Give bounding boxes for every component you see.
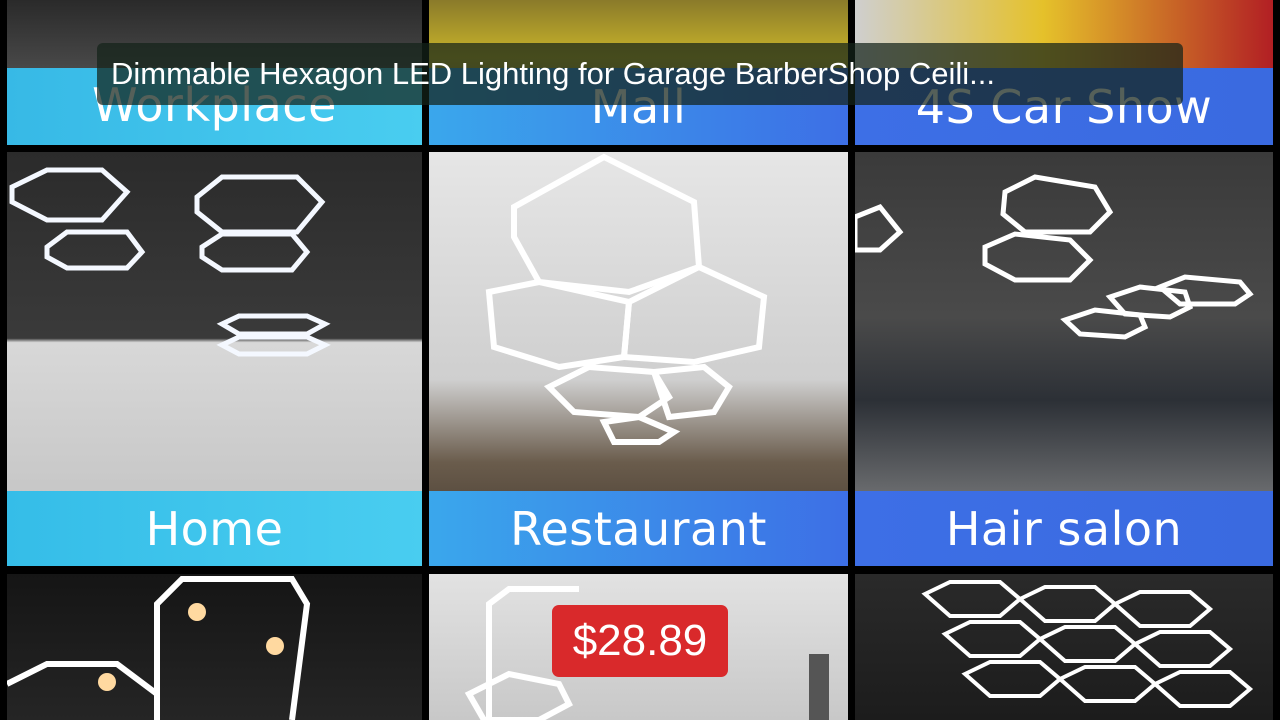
hex-lights-restaurant: [485, 153, 768, 445]
hex-lights-bottom-right: [921, 580, 1254, 708]
hex-lights-home: [9, 167, 331, 357]
banner-restaurant: Restaurant: [429, 491, 848, 566]
hex-lights-bottom-left: [7, 576, 311, 720]
hex-lights-hair-salon: [855, 174, 1254, 340]
tile-restaurant: Restaurant: [429, 152, 848, 566]
banner-home: Home: [7, 491, 422, 566]
video-title-bar[interactable]: Dimmable Hexagon LED Lighting for Garage…: [97, 43, 1183, 105]
tile-hair-salon: Hair salon: [855, 152, 1273, 566]
tile-home: Home: [7, 152, 422, 566]
tile-bottom-right: [855, 574, 1273, 720]
price-badge[interactable]: $28.89: [552, 605, 728, 677]
tile-bottom-left: [7, 574, 422, 720]
banner-hair-salon: Hair salon: [855, 491, 1273, 566]
video-title: Dimmable Hexagon LED Lighting for Garage…: [111, 56, 995, 91]
